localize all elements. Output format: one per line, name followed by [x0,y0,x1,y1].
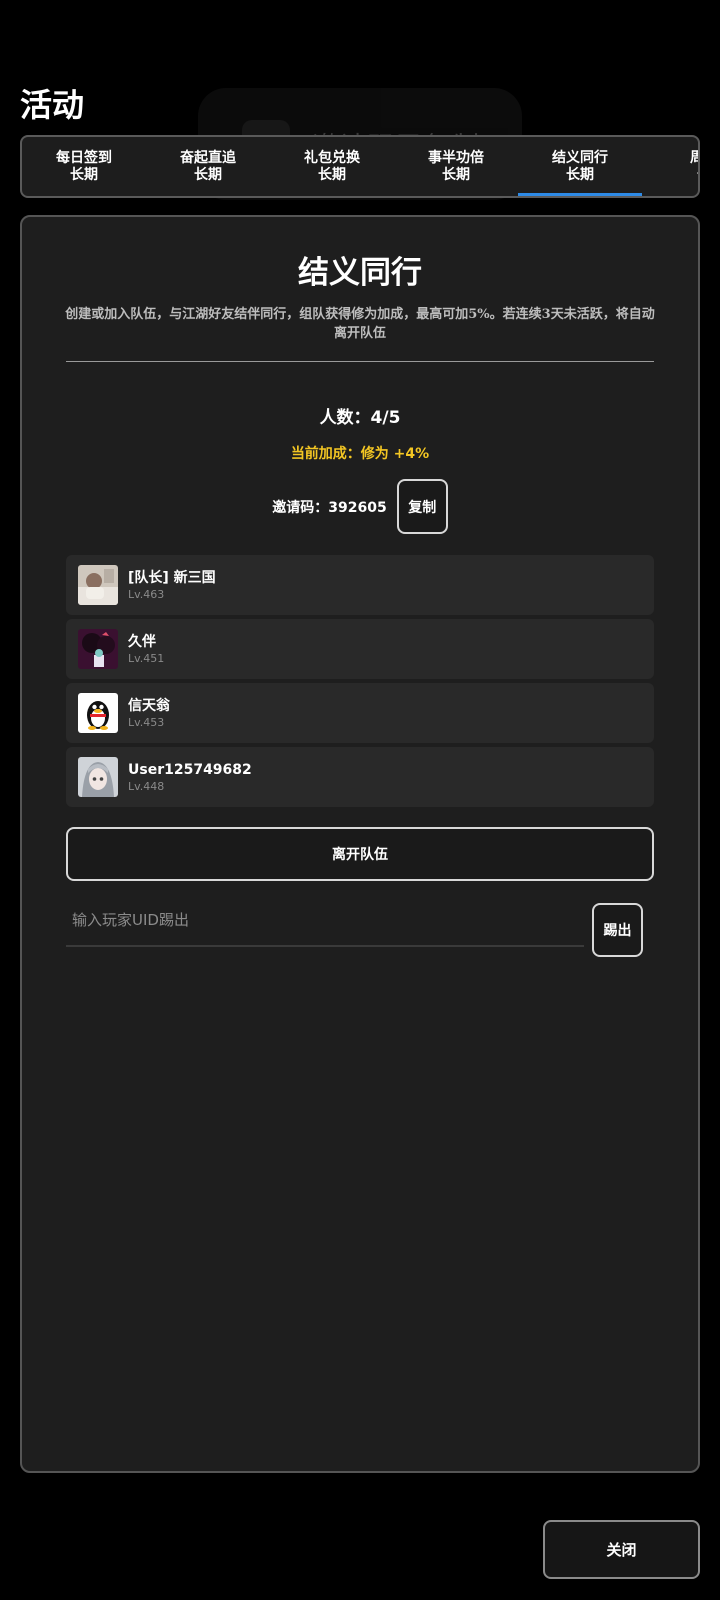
member-count: 人数：4/5 [319,408,401,428]
panel-title: 结义同行 [298,255,422,291]
tab-weekly[interactable]: 周常 长 [642,137,698,196]
tab-double-effect[interactable]: 事半功倍 长期 [394,137,518,196]
tab-sublabel: 长期 [442,166,470,183]
tab-sublabel: 长期 [194,166,222,183]
penguin-avatar [78,693,118,733]
tab-sworn-team[interactable]: 结义同行 长期 [518,137,642,196]
tab-label: 周常 [690,150,698,167]
member-name: 信天翁 [128,697,170,714]
copy-button[interactable]: 复制 [396,479,448,534]
member-level: Lv.451 [128,651,165,665]
list-item[interactable]: User125749682 Lv.448 [66,747,654,807]
tab-sublabel: 长 [697,167,698,184]
activity-screen: 活动 小说机 邀请码已复制 每日签到 长期 奋起直追 长期 礼包兑换 长期 事半… [0,0,720,1600]
tab-label: 奋起直追 [180,149,236,166]
list-item[interactable]: [队长] 新三国 Lv.463 [66,555,654,615]
invite-code-row: 邀请码：392605 复制 [22,479,698,534]
gray-hair-anime-avatar [78,757,118,797]
list-item[interactable]: 信天翁 Lv.453 [66,683,654,743]
photo-avatar [78,565,118,605]
team-panel: 结义同行 创建或加入队伍，与江湖好友结伴同行，组队获得修为加成，最高可加5%。若… [20,215,700,1473]
close-button[interactable]: 关闭 [543,1520,700,1579]
member-name: [队长] 新三国 [128,569,216,586]
tab-catch-up[interactable]: 奋起直追 长期 [146,137,270,196]
member-list: [队长] 新三国 Lv.463 久伴 Lv.451 信天翁 Lv.453 Use… [66,555,654,811]
page-title: 活动 [20,86,85,124]
kick-button[interactable]: 踢出 [592,903,643,957]
tab-daily-checkin[interactable]: 每日签到 长期 [22,137,146,196]
panel-description: 创建或加入队伍，与江湖好友结伴同行，组队获得修为加成，最高可加5%。若连续3天未… [65,307,655,341]
invite-code: 邀请码：392605 [272,499,387,516]
leave-team-button[interactable]: 离开队伍 [66,827,654,881]
tab-sublabel: 长期 [70,166,98,183]
tab-sublabel: 长期 [566,166,594,183]
member-name: 久伴 [128,633,156,650]
tab-sublabel: 长期 [318,166,346,183]
tab-gift-redeem[interactable]: 礼包兑换 长期 [270,137,394,196]
tab-label: 礼包兑换 [304,149,360,166]
anime-avatar [78,629,118,669]
member-level: Lv.448 [128,779,165,793]
divider [66,361,654,362]
tab-label: 结义同行 [552,149,608,166]
kick-uid-input[interactable] [66,895,584,947]
member-level: Lv.453 [128,715,165,729]
tab-label: 每日签到 [56,149,112,166]
member-level: Lv.463 [128,587,165,601]
current-bonus: 当前加成：修为 +4% [290,446,430,462]
list-item[interactable]: 久伴 Lv.451 [66,619,654,679]
member-name: User125749682 [128,761,252,778]
tab-label: 事半功倍 [428,149,484,166]
activity-tabbar: 每日签到 长期 奋起直追 长期 礼包兑换 长期 事半功倍 长期 结义同行 长期 … [20,135,700,198]
